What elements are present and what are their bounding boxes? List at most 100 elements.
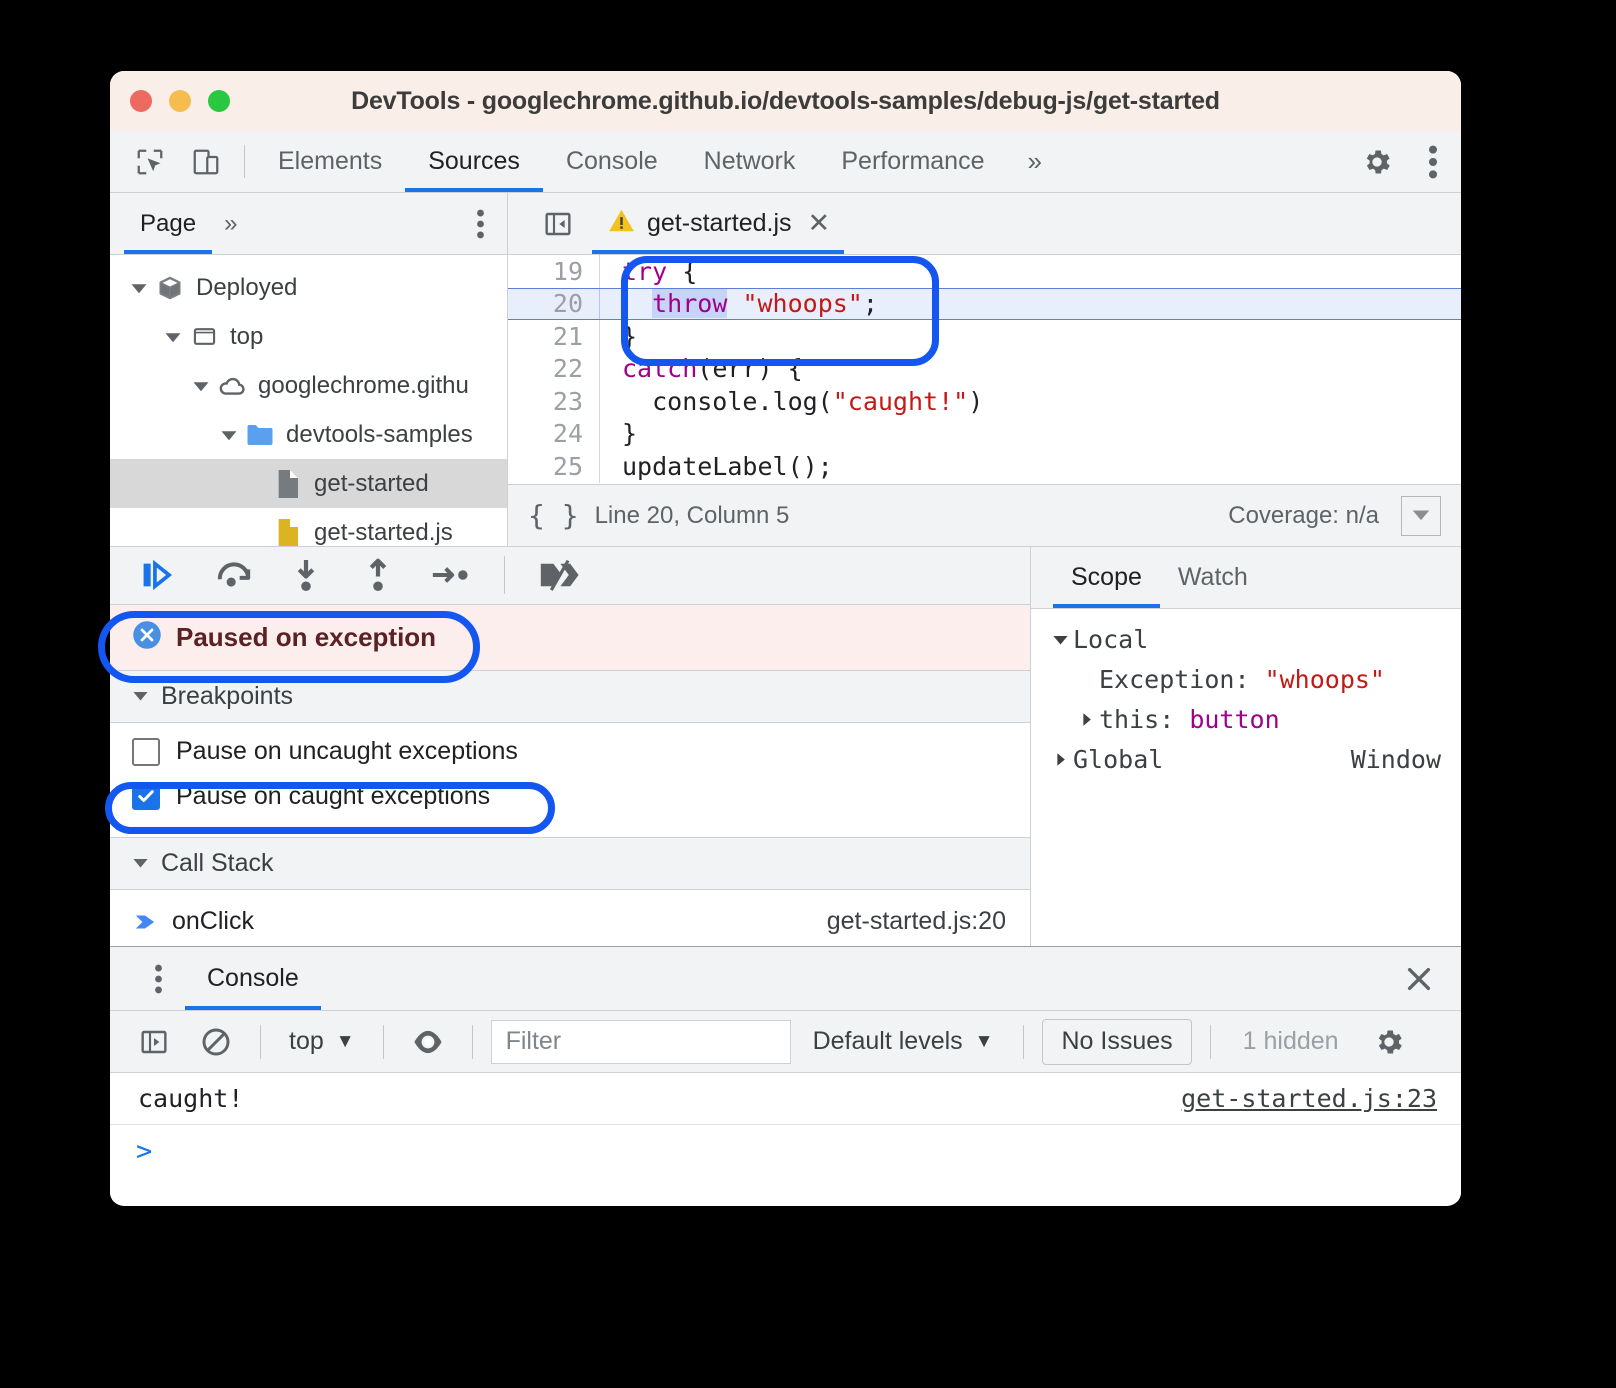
show-drawer-icon[interactable]	[1401, 495, 1441, 536]
scope-row-exception[interactable]: Exception : "whoops"	[1031, 659, 1461, 699]
line-content: try {	[622, 256, 698, 286]
debugger-toolbar	[110, 547, 1030, 605]
code-line: 22 catch(err) {	[508, 352, 1461, 385]
log-levels-selector[interactable]: Default levels ▼	[801, 1027, 1006, 1056]
show-console-sidebar-icon[interactable]	[128, 1019, 180, 1065]
gear-icon[interactable]	[1363, 1019, 1415, 1065]
tree-label: get-started	[314, 469, 429, 497]
breakpoints-spacer	[110, 819, 1030, 838]
code-line: 23 console.log("caught!")	[508, 385, 1461, 418]
deactivate-breakpoints-icon[interactable]	[529, 552, 589, 598]
checkbox-label: Pause on uncaught exceptions	[176, 737, 518, 766]
tree-item-get-started-js[interactable]: get-started.js	[110, 508, 507, 546]
expand-triangle-icon[interactable]	[1047, 631, 1073, 648]
warning-triangle-icon	[608, 208, 635, 240]
expand-triangle-icon[interactable]	[160, 328, 186, 346]
gear-icon[interactable]	[1349, 146, 1405, 178]
console-prompt[interactable]: >	[110, 1125, 1461, 1177]
collapse-triangle-icon[interactable]	[132, 849, 149, 878]
pause-on-uncaught-exceptions-row[interactable]: Pause on uncaught exceptions	[110, 729, 1030, 774]
line-number: 25	[508, 450, 600, 483]
pause-on-uncaught-exceptions-checkbox[interactable]	[132, 737, 160, 766]
code-line: 24 }	[508, 417, 1461, 450]
tree-item-domain[interactable]: googlechrome.githu	[110, 361, 507, 410]
expand-triangle-icon[interactable]	[188, 377, 214, 395]
step-into-icon[interactable]	[276, 552, 336, 598]
pretty-print-braces-icon[interactable]: { }	[528, 499, 579, 532]
tree-item-top[interactable]: top	[110, 312, 507, 361]
debugger-pane: Paused on exception Breakpoints Pause on…	[110, 547, 1031, 946]
expand-triangle-icon[interactable]	[1073, 712, 1099, 727]
step-out-icon[interactable]	[348, 552, 408, 598]
tab-performance[interactable]: Performance	[818, 131, 1007, 192]
tab-elements[interactable]: Elements	[255, 131, 405, 192]
expand-triangle-icon[interactable]	[1047, 752, 1073, 767]
breakpoints-section-header[interactable]: Breakpoints	[110, 671, 1030, 724]
call-stack-frame[interactable]: onClick get-started.js:20	[110, 898, 1030, 946]
close-icon[interactable]	[1377, 947, 1461, 1010]
scope-value: "whoops"	[1264, 664, 1385, 694]
editor-pane: get-started.js ✕ 19 try { 20 throw "whoo…	[508, 193, 1461, 546]
scope-value: button	[1189, 704, 1280, 734]
more-tabs-chevron-icon[interactable]: »	[1007, 131, 1061, 192]
screenshot-root: DevTools - googlechrome.github.io/devtoo…	[0, 0, 1616, 1388]
close-icon[interactable]: ✕	[808, 208, 831, 239]
navigator-pane: Page » Deployed top googlechrome.githu d…	[110, 193, 508, 546]
maximize-window-button[interactable]	[208, 90, 230, 112]
frame-function-name: onClick	[172, 907, 254, 936]
frame-icon	[186, 323, 222, 350]
drawer-tabbar: Console	[110, 947, 1461, 1011]
toolbar-divider	[244, 145, 245, 178]
pause-on-caught-exceptions-checkbox[interactable]	[132, 782, 160, 811]
call-stack-title: Call Stack	[161, 848, 274, 877]
pause-on-caught-exceptions-row[interactable]: Pause on caught exceptions	[110, 774, 1030, 819]
show-navigator-icon[interactable]	[524, 193, 592, 254]
message-source-link[interactable]: get-started.js:23	[1181, 1084, 1437, 1113]
scope-row-local[interactable]: Local	[1031, 619, 1461, 659]
tree-item-deployed[interactable]: Deployed	[110, 263, 507, 312]
devtools-window: DevTools - googlechrome.github.io/devtoo…	[110, 71, 1461, 1206]
step-icon[interactable]	[420, 552, 480, 598]
device-toolbar-icon[interactable]	[178, 131, 234, 192]
tab-console[interactable]: Console	[543, 131, 681, 192]
code-editor[interactable]: 19 try { 20 throw "whoops"; 21 } 22 catc…	[508, 255, 1461, 484]
tab-network[interactable]: Network	[681, 131, 819, 192]
expand-triangle-icon[interactable]	[216, 426, 242, 444]
tab-sources[interactable]: Sources	[405, 131, 543, 192]
scope-row-global[interactable]: Global Window	[1031, 739, 1461, 779]
line-content: catch(err) {	[622, 354, 803, 384]
drawer-tab-console[interactable]: Console	[185, 947, 321, 1010]
step-over-icon[interactable]	[204, 552, 264, 598]
minimize-window-button[interactable]	[169, 90, 191, 112]
navigator-more-chevron-icon[interactable]: »	[212, 193, 249, 254]
scope-row-this[interactable]: this : button	[1031, 699, 1461, 739]
console-context-selector[interactable]: top ▼	[279, 1027, 365, 1056]
tab-page[interactable]: Page	[124, 193, 213, 254]
clear-console-icon[interactable]	[190, 1019, 242, 1065]
hidden-messages-count[interactable]: 1 hidden	[1229, 1027, 1353, 1056]
tab-scope[interactable]: Scope	[1053, 547, 1160, 608]
console-filter-input[interactable]: Filter	[490, 1019, 791, 1064]
tree-item-folder[interactable]: devtools-samples	[110, 410, 507, 459]
call-stack-section-header[interactable]: Call Stack	[110, 837, 1030, 890]
file-tree: Deployed top googlechrome.githu devtools…	[110, 255, 507, 546]
scope-value: Window	[1350, 744, 1441, 774]
navigator-kebab-menu-icon[interactable]	[454, 193, 507, 254]
collapse-triangle-icon[interactable]	[132, 682, 149, 711]
line-number: 19	[508, 255, 600, 288]
close-window-button[interactable]	[130, 90, 152, 112]
inspect-element-icon[interactable]	[122, 131, 178, 192]
kebab-menu-icon[interactable]	[1405, 145, 1461, 179]
editor-tab-get-started-js[interactable]: get-started.js ✕	[592, 193, 845, 254]
line-number: 22	[508, 352, 600, 385]
live-expression-eye-icon[interactable]	[402, 1019, 454, 1065]
tree-item-get-started[interactable]: get-started	[110, 459, 507, 508]
issues-button[interactable]: No Issues	[1042, 1018, 1192, 1065]
cloud-icon	[214, 371, 250, 401]
drawer-kebab-menu-icon[interactable]	[132, 947, 185, 1010]
tab-watch[interactable]: Watch	[1160, 547, 1266, 608]
breakpoints-title: Breakpoints	[161, 682, 294, 711]
expand-triangle-icon[interactable]	[126, 279, 152, 297]
resume-icon[interactable]	[132, 552, 192, 598]
checkbox-label: Pause on caught exceptions	[176, 781, 491, 810]
